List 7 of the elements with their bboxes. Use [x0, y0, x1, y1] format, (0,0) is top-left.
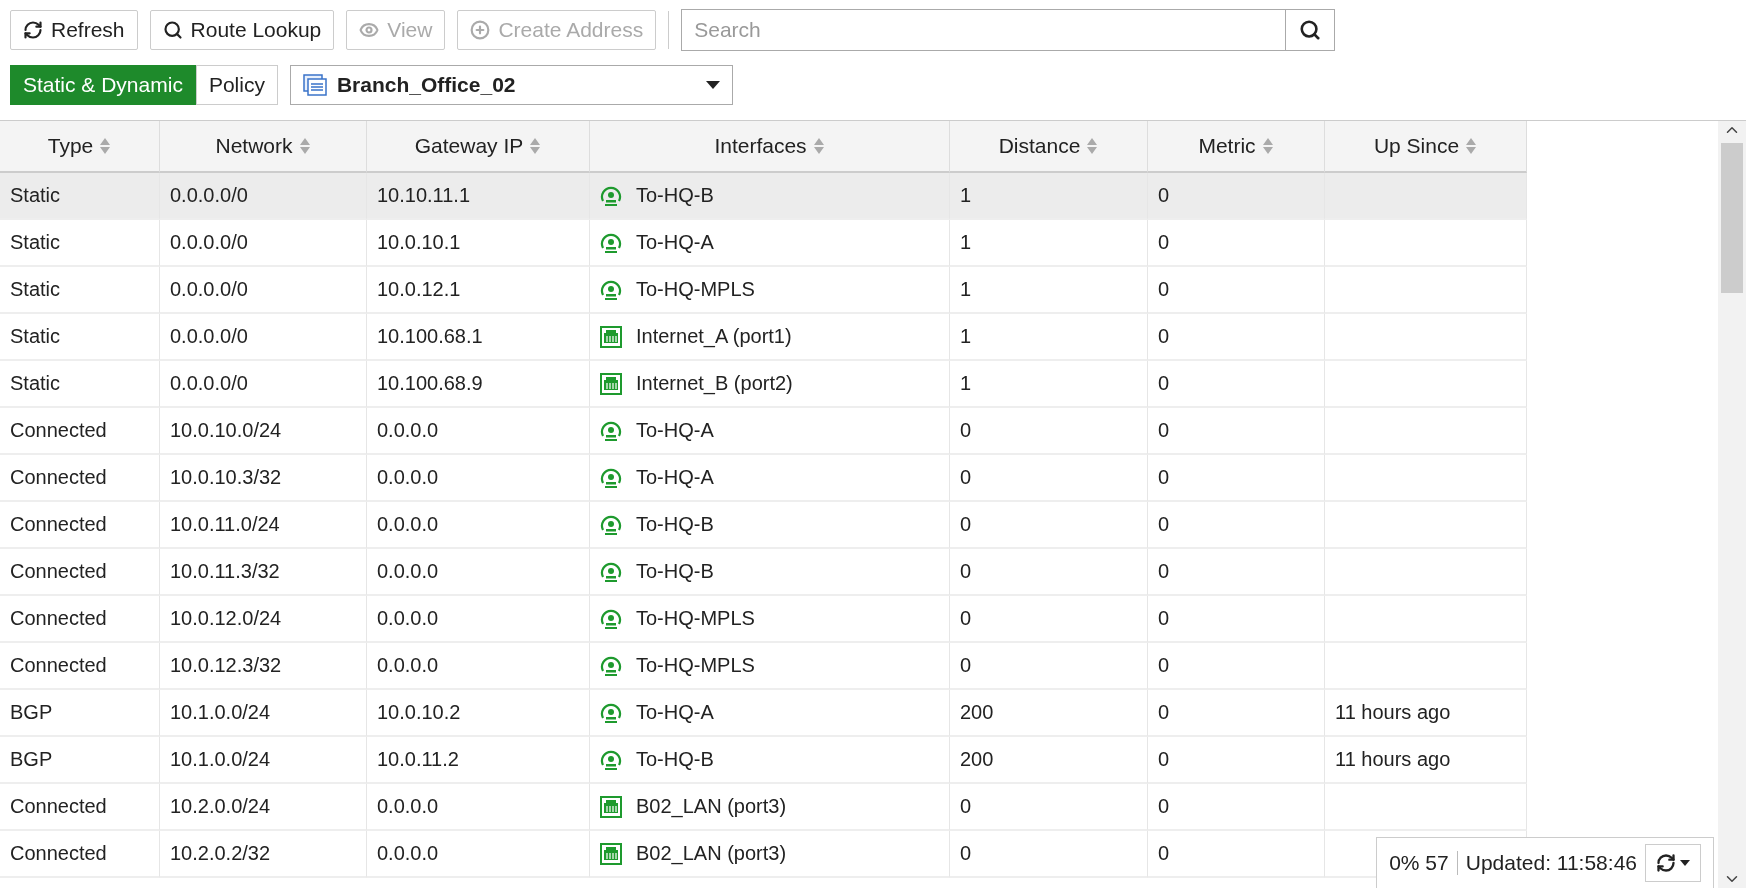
table-cell: 10.2.0.2/32 [160, 831, 367, 878]
table-cell: 0.0.0.0 [367, 831, 590, 878]
table-cell: B02_LAN (port3) [590, 831, 950, 878]
table-cell: 0 [950, 831, 1148, 878]
update-status-toast: 0% 57 Updated: 11:58:46 [1376, 837, 1714, 888]
table-cell: 0 [1148, 831, 1325, 878]
table-cell: Connected [0, 831, 160, 878]
